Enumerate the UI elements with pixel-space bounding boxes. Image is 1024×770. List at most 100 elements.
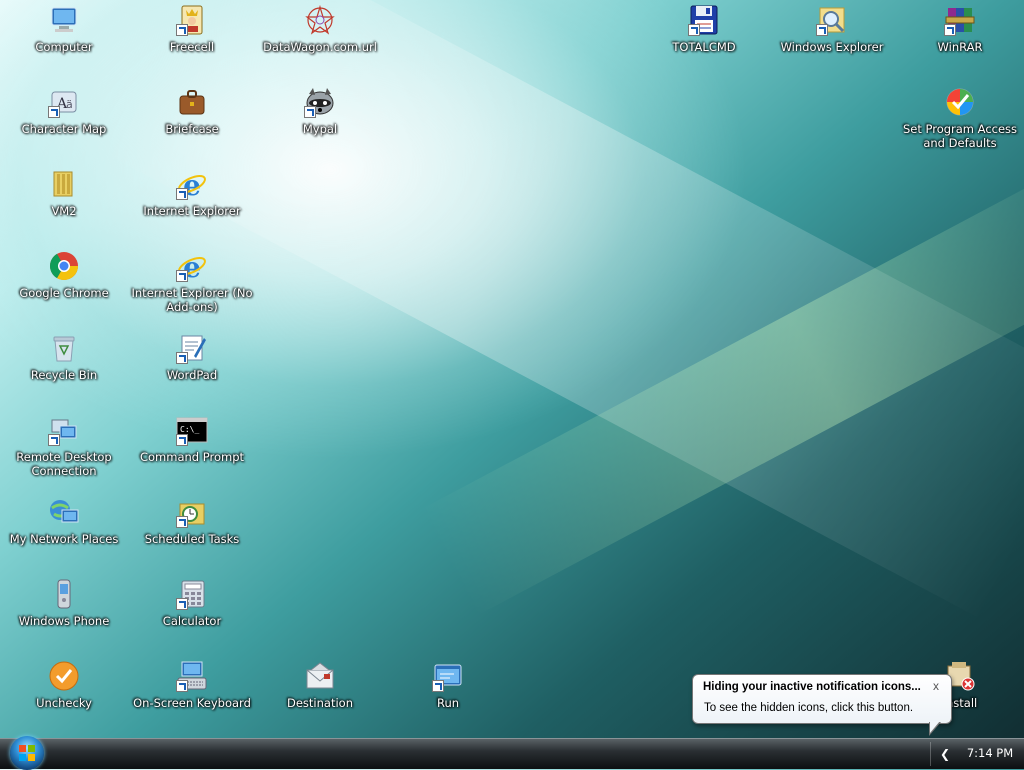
run-icon (432, 660, 464, 692)
desktop-icon-unchecky[interactable]: Unchecky (0, 660, 128, 710)
desktop-icon-freecell[interactable]: Freecell (128, 4, 256, 54)
unchecky-icon (48, 660, 80, 692)
desktop-icon-label: Windows Phone (18, 614, 110, 628)
desktop-icon-label: WordPad (166, 368, 218, 382)
character-map-icon: Aä (48, 86, 80, 118)
briefcase-icon (176, 86, 208, 118)
shortcut-arrow-icon (176, 516, 188, 528)
desktop-icon-calculator[interactable]: Calculator (128, 578, 256, 628)
shortcut-arrow-icon (48, 106, 60, 118)
show-hidden-icons-chevron-icon[interactable]: ❮ (940, 747, 952, 761)
shortcut-arrow-icon (176, 24, 188, 36)
desktop-icon-label: Windows Explorer (780, 40, 884, 54)
desktop-icon-internet-explorer-no-addons[interactable]: e Internet Explorer (No Add-ons) (128, 250, 256, 314)
explorer-folder-icon (816, 4, 848, 36)
taskbar: ❮ 7:14 PM (0, 736, 1024, 770)
taskbar-clock[interactable]: 7:14 PM (960, 746, 1020, 760)
balloon-body: To see the hidden icons, click this butt… (704, 702, 914, 714)
windows-logo-icon (19, 745, 35, 761)
desktop-icon-command-prompt[interactable]: C:\_ Command Prompt (128, 414, 256, 464)
desktop-icon-label: Run (436, 696, 460, 710)
shortcut-arrow-icon (176, 352, 188, 364)
desktop-icon-character-map[interactable]: Aä Character Map (0, 86, 128, 136)
chrome-icon (48, 250, 80, 282)
shortcut-arrow-icon (944, 24, 956, 36)
winrar-icon (944, 4, 976, 36)
shortcut-arrow-icon (688, 24, 700, 36)
mypal-raccoon-icon (304, 86, 336, 118)
shortcut-arrow-icon (176, 434, 188, 446)
start-button[interactable] (10, 736, 44, 770)
internet-explorer-icon: e (176, 250, 208, 284)
desktop-icon-label: On-Screen Keyboard (133, 696, 251, 710)
desktop-icon-briefcase[interactable]: Briefcase (128, 86, 256, 136)
desktop-icon-remote-desktop[interactable]: Remote Desktop Connection (0, 414, 128, 478)
notification-balloon[interactable]: Hiding your inactive notification icons.… (692, 674, 952, 736)
desktop-icon-winrar[interactable]: WinRAR (896, 4, 1024, 54)
desktop-icon-google-chrome[interactable]: Google Chrome (0, 250, 128, 300)
desktop-icon-set-program-access[interactable]: Set Program Access and Defaults (896, 86, 1024, 150)
desktop-icon-computer[interactable]: Computer (0, 4, 128, 54)
desktop-icon-windows-explorer[interactable]: Windows Explorer (768, 4, 896, 54)
shortcut-arrow-icon (432, 680, 444, 692)
desktop-icon-label: Command Prompt (139, 450, 245, 464)
desktop-icon-run[interactable]: Run (384, 660, 512, 710)
computer-icon (48, 4, 80, 36)
program-defaults-icon (944, 86, 976, 118)
tray-separator (930, 742, 931, 766)
desktop-icon-vm2[interactable]: VM2 (0, 168, 128, 218)
desktop-icon-wordpad[interactable]: WordPad (128, 332, 256, 382)
command-prompt-icon: C:\_ (176, 414, 208, 446)
phone-icon (48, 578, 80, 610)
desktop-icon-recycle-bin[interactable]: Recycle Bin (0, 332, 128, 382)
scheduled-tasks-icon (176, 496, 208, 528)
internet-explorer-icon: e (176, 168, 208, 202)
shortcut-arrow-icon (304, 106, 316, 118)
desktop-icon-label: Mypal (302, 122, 338, 136)
desktop-icon-windows-phone[interactable]: Windows Phone (0, 578, 128, 628)
desktop-icon-label: My Network Places (9, 532, 119, 546)
desktop-icon-label: Recycle Bin (30, 368, 98, 382)
desktop-icon-label: Destination (287, 696, 353, 710)
shortcut-arrow-icon (816, 24, 828, 36)
wordpad-icon (176, 332, 208, 364)
desktop-icon-label: TOTALCMD (672, 40, 736, 54)
folder-icon (48, 168, 80, 200)
desktop-icon-label: WinRAR (937, 40, 983, 54)
desktop-icon-label: Computer (35, 40, 93, 54)
shortcut-arrow-icon (176, 270, 188, 282)
mail-envelope-icon (304, 660, 336, 692)
shortcut-arrow-icon (176, 598, 188, 610)
remote-desktop-icon (48, 414, 80, 446)
desktop-icon-label: Scheduled Tasks (144, 532, 240, 546)
shortcut-arrow-icon (176, 188, 188, 200)
close-icon[interactable]: x (933, 679, 939, 693)
desktop-icon-scheduled-tasks[interactable]: Scheduled Tasks (128, 496, 256, 546)
recycle-bin-icon (48, 332, 80, 364)
desktop-icon-label: Google Chrome (19, 286, 109, 300)
desktop-icon-label: Internet Explorer (No Add-ons) (131, 286, 253, 314)
desktop-icon-label: Set Program Access and Defaults (902, 122, 1018, 150)
shortcut-arrow-icon (48, 434, 60, 446)
desktop-icon-label: Unchecky (36, 696, 92, 710)
keyboard-icon (176, 660, 208, 692)
desktop-icon-label: Briefcase (165, 122, 219, 136)
svg-text:ä: ä (66, 98, 73, 111)
desktop-icon-label: Freecell (169, 40, 215, 54)
balloon-title: Hiding your inactive notification icons.… (703, 681, 921, 693)
svg-text:C:\_: C:\_ (180, 425, 199, 434)
network-places-icon (48, 496, 80, 528)
desktop-icon-label: Character Map (21, 122, 107, 136)
desktop-icon-totalcmd[interactable]: TOTALCMD (640, 4, 768, 54)
url-shortcut-icon (304, 4, 336, 36)
floppy-disk-icon (688, 4, 720, 36)
desktop-icon-internet-explorer[interactable]: e Internet Explorer (128, 168, 256, 218)
desktop-icon-label: DataWagon.com.url (263, 40, 377, 54)
freecell-icon (176, 4, 208, 36)
desktop-icon-datawagon-url[interactable]: DataWagon.com.url (256, 4, 384, 54)
balloon-tail-inner (930, 721, 940, 733)
desktop-icon-on-screen-keyboard[interactable]: On-Screen Keyboard (128, 660, 256, 710)
desktop-icon-my-network-places[interactable]: My Network Places (0, 496, 128, 546)
desktop-icon-mypal[interactable]: Mypal (256, 86, 384, 136)
desktop-icon-destination[interactable]: Destination (256, 660, 384, 710)
